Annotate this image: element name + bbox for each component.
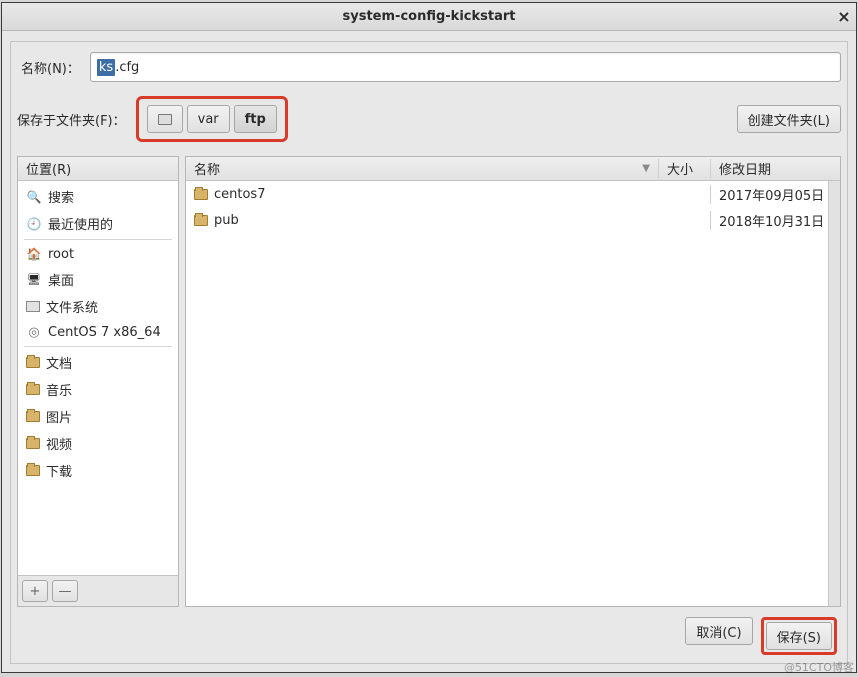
window-title: system-config-kickstart [26,9,832,24]
folder-label: 保存于文件夹(F)： [17,110,126,129]
folder-icon [26,411,40,422]
sidebar-item-search[interactable]: 搜索 [18,183,178,210]
folder-icon [194,215,208,226]
watermark: @51CTO博客 [784,659,854,675]
sort-indicator-icon: ▼ [642,163,650,174]
search-icon [26,189,42,205]
folder-icon [26,357,40,368]
close-icon[interactable]: × [832,7,856,26]
places-sidebar: 位置(R) 搜索最近使用的 root 桌面文件系统 CentOS 7 x86_64 文档… [17,156,179,607]
save-button[interactable]: 保存(S) [766,622,832,650]
vertical-scrollbar[interactable] [828,181,840,606]
sidebar-item-recent[interactable]: 最近使用的 [18,210,178,237]
sidebar-item-label: root [48,247,74,262]
folder-row: 保存于文件夹(F)： var ftp 创建文件夹(L) [17,96,841,142]
sidebar-item-label: 最近使用的 [48,214,113,233]
filename-selection: ks [97,59,115,76]
table-row[interactable]: centos72017年09月05日 [186,181,840,207]
places-list: 搜索最近使用的 root 桌面文件系统 CentOS 7 x86_64 文档音乐图片视频… [18,181,178,575]
dialog-body: 名称(N)： ks.cfg 保存于文件夹(F)： var ftp 创建文件夹(L… [10,41,848,664]
column-header-name[interactable]: 名称 ▼ [186,159,658,178]
action-row: 取消(C) 保存(S) [17,617,841,655]
sidebar-item-folder[interactable]: 下载 [18,457,178,484]
desktop-icon [26,272,42,288]
places-toolbar: + — [18,575,178,606]
sidebar-item-label: 下载 [46,461,72,480]
filename-label: 名称(N)： [21,58,80,77]
filename-input[interactable]: ks.cfg [90,52,841,82]
file-list: 名称 ▼ 大小 修改日期 centos72017年09月05日pub2018年1… [185,156,841,607]
folder-icon [26,384,40,395]
recent-icon [26,216,42,232]
sidebar-item-label: 文件系统 [46,297,98,316]
sidebar-item-label: 文档 [46,353,72,372]
places-header[interactable]: 位置(R) [18,157,178,181]
sidebar-item-folder[interactable]: 文档 [18,349,178,376]
sidebar-item-label: 图片 [46,407,72,426]
file-rows: centos72017年09月05日pub2018年10月31日 [186,181,840,606]
folder-icon [26,438,40,449]
places-add-button[interactable]: + [22,580,48,602]
sidebar-item-label: 视频 [46,434,72,453]
sidebar-item-label: CentOS 7 x86_64 [48,325,161,340]
column-header-date[interactable]: 修改日期 [710,159,840,178]
sidebar-item-desktop[interactable]: 桌面 [18,266,178,293]
create-folder-button[interactable]: 创建文件夹(L) [737,105,841,133]
folder-icon [26,465,40,476]
dialog-window: system-config-kickstart × 名称(N)： ks.cfg … [1,2,857,673]
hdd-icon [158,114,172,125]
home-icon [26,246,42,262]
breadcrumb-root[interactable] [147,105,183,133]
save-highlight: 保存(S) [761,617,837,655]
sidebar-item-label: 搜索 [48,187,74,206]
folder-icon [194,189,208,200]
file-list-header: 名称 ▼ 大小 修改日期 [186,157,840,181]
disc-icon [26,324,42,340]
breadcrumb: var ftp [136,96,288,142]
places-remove-button[interactable]: — [52,580,78,602]
breadcrumb-var[interactable]: var [187,105,230,133]
sidebar-item-folder[interactable]: 图片 [18,403,178,430]
cancel-button[interactable]: 取消(C) [685,617,752,645]
filename-rest: .cfg [115,60,139,75]
column-header-size[interactable]: 大小 [658,159,710,178]
sidebar-item-folder[interactable]: 视频 [18,430,178,457]
sidebar-item-label: 音乐 [46,380,72,399]
sidebar-item-disc[interactable]: CentOS 7 x86_64 [18,320,178,344]
table-row[interactable]: pub2018年10月31日 [186,207,840,233]
sidebar-item-fs[interactable]: 文件系统 [18,293,178,320]
breadcrumb-ftp[interactable]: ftp [234,105,277,133]
titlebar: system-config-kickstart × [2,3,856,31]
sidebar-item-home[interactable]: root [18,242,178,266]
sidebar-item-folder[interactable]: 音乐 [18,376,178,403]
body-row: 位置(R) 搜索最近使用的 root 桌面文件系统 CentOS 7 x86_64 文档… [17,156,841,607]
fs-icon [26,301,40,312]
sidebar-item-label: 桌面 [48,270,74,289]
filename-row: 名称(N)： ks.cfg [17,52,841,82]
